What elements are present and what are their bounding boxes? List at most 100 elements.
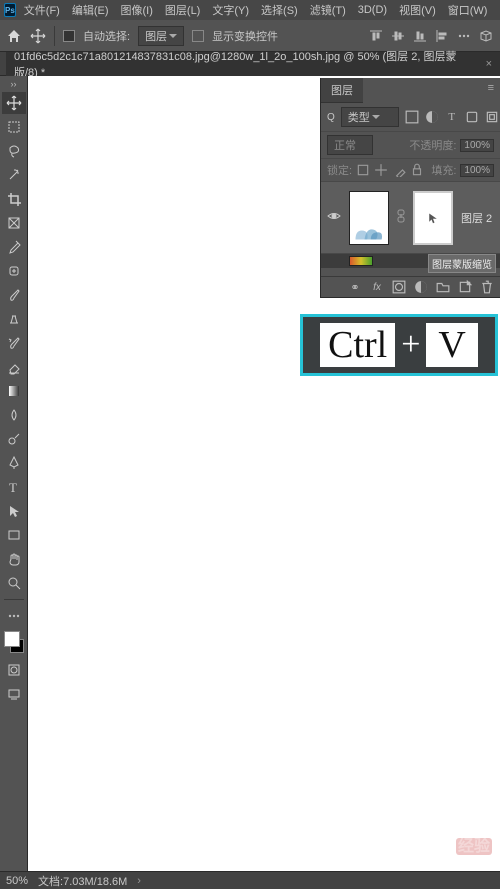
filter-type-icon[interactable]: T xyxy=(445,110,459,124)
lasso-tool[interactable] xyxy=(2,140,26,162)
blend-mode-row: 正常 不透明度: 100% xyxy=(321,131,500,158)
show-transform-label: 显示变换控件 xyxy=(212,28,278,44)
magic-wand-tool[interactable] xyxy=(2,164,26,186)
menu-type[interactable]: 文字(Y) xyxy=(208,0,253,20)
filter-adjustment-icon[interactable] xyxy=(425,110,439,124)
filter-pixel-icon[interactable] xyxy=(405,110,419,124)
blend-mode-dropdown[interactable]: 正常 xyxy=(327,135,373,155)
chevron-down-icon xyxy=(169,34,177,38)
shortcut-key-ctrl: Ctrl xyxy=(320,323,395,367)
edit-toolbar-icon[interactable] xyxy=(2,605,26,627)
history-brush-tool[interactable] xyxy=(2,332,26,354)
align-vcenter-icon[interactable] xyxy=(390,28,406,44)
filter-smart-icon[interactable] xyxy=(485,110,499,124)
shortcut-key-v: V xyxy=(426,323,477,367)
menu-view[interactable]: 视图(V) xyxy=(395,0,440,20)
layer-fx-icon[interactable]: fx xyxy=(370,280,384,294)
blur-tool[interactable] xyxy=(2,404,26,426)
close-icon[interactable]: × xyxy=(486,58,492,70)
auto-select-label: 自动选择: xyxy=(83,28,130,44)
3d-mode-icon[interactable] xyxy=(478,28,494,44)
marquee-tool[interactable] xyxy=(2,116,26,138)
healing-brush-tool[interactable] xyxy=(2,260,26,282)
eraser-tool[interactable] xyxy=(2,356,26,378)
layer-filter-row: Q 类型 T xyxy=(321,103,500,131)
layer-thumbnail[interactable] xyxy=(349,191,389,245)
screen-mode-icon[interactable] xyxy=(2,683,26,705)
menu-image[interactable]: 图像(I) xyxy=(117,0,157,20)
crop-tool[interactable] xyxy=(2,188,26,210)
lock-artboard-icon[interactable] xyxy=(392,163,406,177)
type-tool[interactable]: T xyxy=(2,476,26,498)
filter-type-dropdown[interactable]: 类型 xyxy=(341,107,399,127)
hand-tool[interactable] xyxy=(2,548,26,570)
frame-tool[interactable] xyxy=(2,212,26,234)
menu-select[interactable]: 选择(S) xyxy=(257,0,302,20)
show-transform-checkbox[interactable] xyxy=(192,30,204,42)
layer-name-label[interactable]: 图层 2 xyxy=(461,210,492,226)
visibility-eye-icon[interactable] xyxy=(327,211,341,224)
background-layer-thumbnail[interactable] xyxy=(349,256,373,266)
watermark-brand: Baid xyxy=(421,838,456,855)
align-top-icon[interactable] xyxy=(368,28,384,44)
filter-shape-icon[interactable] xyxy=(465,110,479,124)
add-mask-icon[interactable] xyxy=(392,280,406,294)
zoom-tool[interactable] xyxy=(2,572,26,594)
fill-value[interactable]: 100% xyxy=(460,164,494,177)
more-options-icon[interactable] xyxy=(456,28,472,44)
new-group-icon[interactable] xyxy=(436,280,450,294)
auto-select-target-dropdown[interactable]: 图层 xyxy=(138,26,184,46)
chevron-right-icon[interactable]: › xyxy=(137,875,141,887)
opacity-label: 不透明度: xyxy=(409,137,456,153)
auto-select-checkbox[interactable] xyxy=(63,30,75,42)
pen-tool[interactable] xyxy=(2,452,26,474)
move-tool-icon[interactable] xyxy=(30,28,46,44)
menu-edit[interactable]: 编辑(E) xyxy=(68,0,113,20)
panel-menu-icon[interactable]: ≡ xyxy=(482,78,500,98)
link-layers-icon[interactable]: ⚭ xyxy=(348,280,362,294)
layer-row-active[interactable]: 图层 2 xyxy=(321,181,500,253)
move-tool[interactable] xyxy=(2,92,26,114)
menu-filter[interactable]: 滤镜(T) xyxy=(306,0,350,20)
auto-select-target-value: 图层 xyxy=(145,28,167,44)
dodge-tool[interactable] xyxy=(2,428,26,450)
layers-panel-tab[interactable]: 图层 xyxy=(321,78,363,103)
link-mask-icon[interactable] xyxy=(397,209,405,226)
menu-help[interactable]: 帮 xyxy=(495,0,500,20)
document-tab[interactable]: 01fd6c5d2c1c71a801214837831c08.jpg@1280w… xyxy=(6,52,500,76)
menu-3d[interactable]: 3D(D) xyxy=(354,2,391,18)
menu-layer[interactable]: 图层(L) xyxy=(161,0,204,20)
gradient-tool[interactable] xyxy=(2,380,26,402)
home-icon[interactable] xyxy=(6,28,22,44)
opacity-value[interactable]: 100% xyxy=(460,139,494,152)
lock-all-icon[interactable] xyxy=(410,163,424,177)
menu-window[interactable]: 窗口(W) xyxy=(444,0,492,20)
foreground-color-swatch[interactable] xyxy=(4,631,20,647)
align-left-icon[interactable] xyxy=(434,28,450,44)
eyedropper-tool[interactable] xyxy=(2,236,26,258)
layer-mask-thumbnail[interactable] xyxy=(413,191,453,245)
align-bottom-icon[interactable] xyxy=(412,28,428,44)
new-adjustment-icon[interactable] xyxy=(414,280,428,294)
align-icons-group xyxy=(368,28,494,44)
app-logo: Ps xyxy=(4,3,16,17)
layers-panel: 图层 ≡ Q 类型 T 正常 不透明度: 100% 锁定: 填充: 100% xyxy=(320,78,500,298)
new-layer-icon[interactable] xyxy=(458,280,472,294)
watermark-url: jingyan.baidu.com xyxy=(419,857,492,867)
menu-file[interactable]: 文件(F) xyxy=(20,0,64,20)
search-icon: Q xyxy=(327,112,335,123)
mask-tooltip: 图层蒙版缩览 xyxy=(428,254,496,273)
collapse-toolbar-icon[interactable]: ›› xyxy=(2,78,26,90)
lock-position-icon[interactable] xyxy=(374,163,388,177)
clone-stamp-tool[interactable] xyxy=(2,308,26,330)
tool-palette: ›› T xyxy=(0,76,28,871)
lock-pixels-icon[interactable] xyxy=(356,163,370,177)
quick-mask-icon[interactable] xyxy=(2,659,26,681)
color-swatch[interactable] xyxy=(2,631,26,657)
brush-tool[interactable] xyxy=(2,284,26,306)
zoom-level[interactable]: 50% xyxy=(6,875,28,887)
rectangle-tool[interactable] xyxy=(2,524,26,546)
delete-layer-icon[interactable] xyxy=(480,280,494,294)
path-selection-tool[interactable] xyxy=(2,500,26,522)
lock-label: 锁定: xyxy=(327,162,352,178)
